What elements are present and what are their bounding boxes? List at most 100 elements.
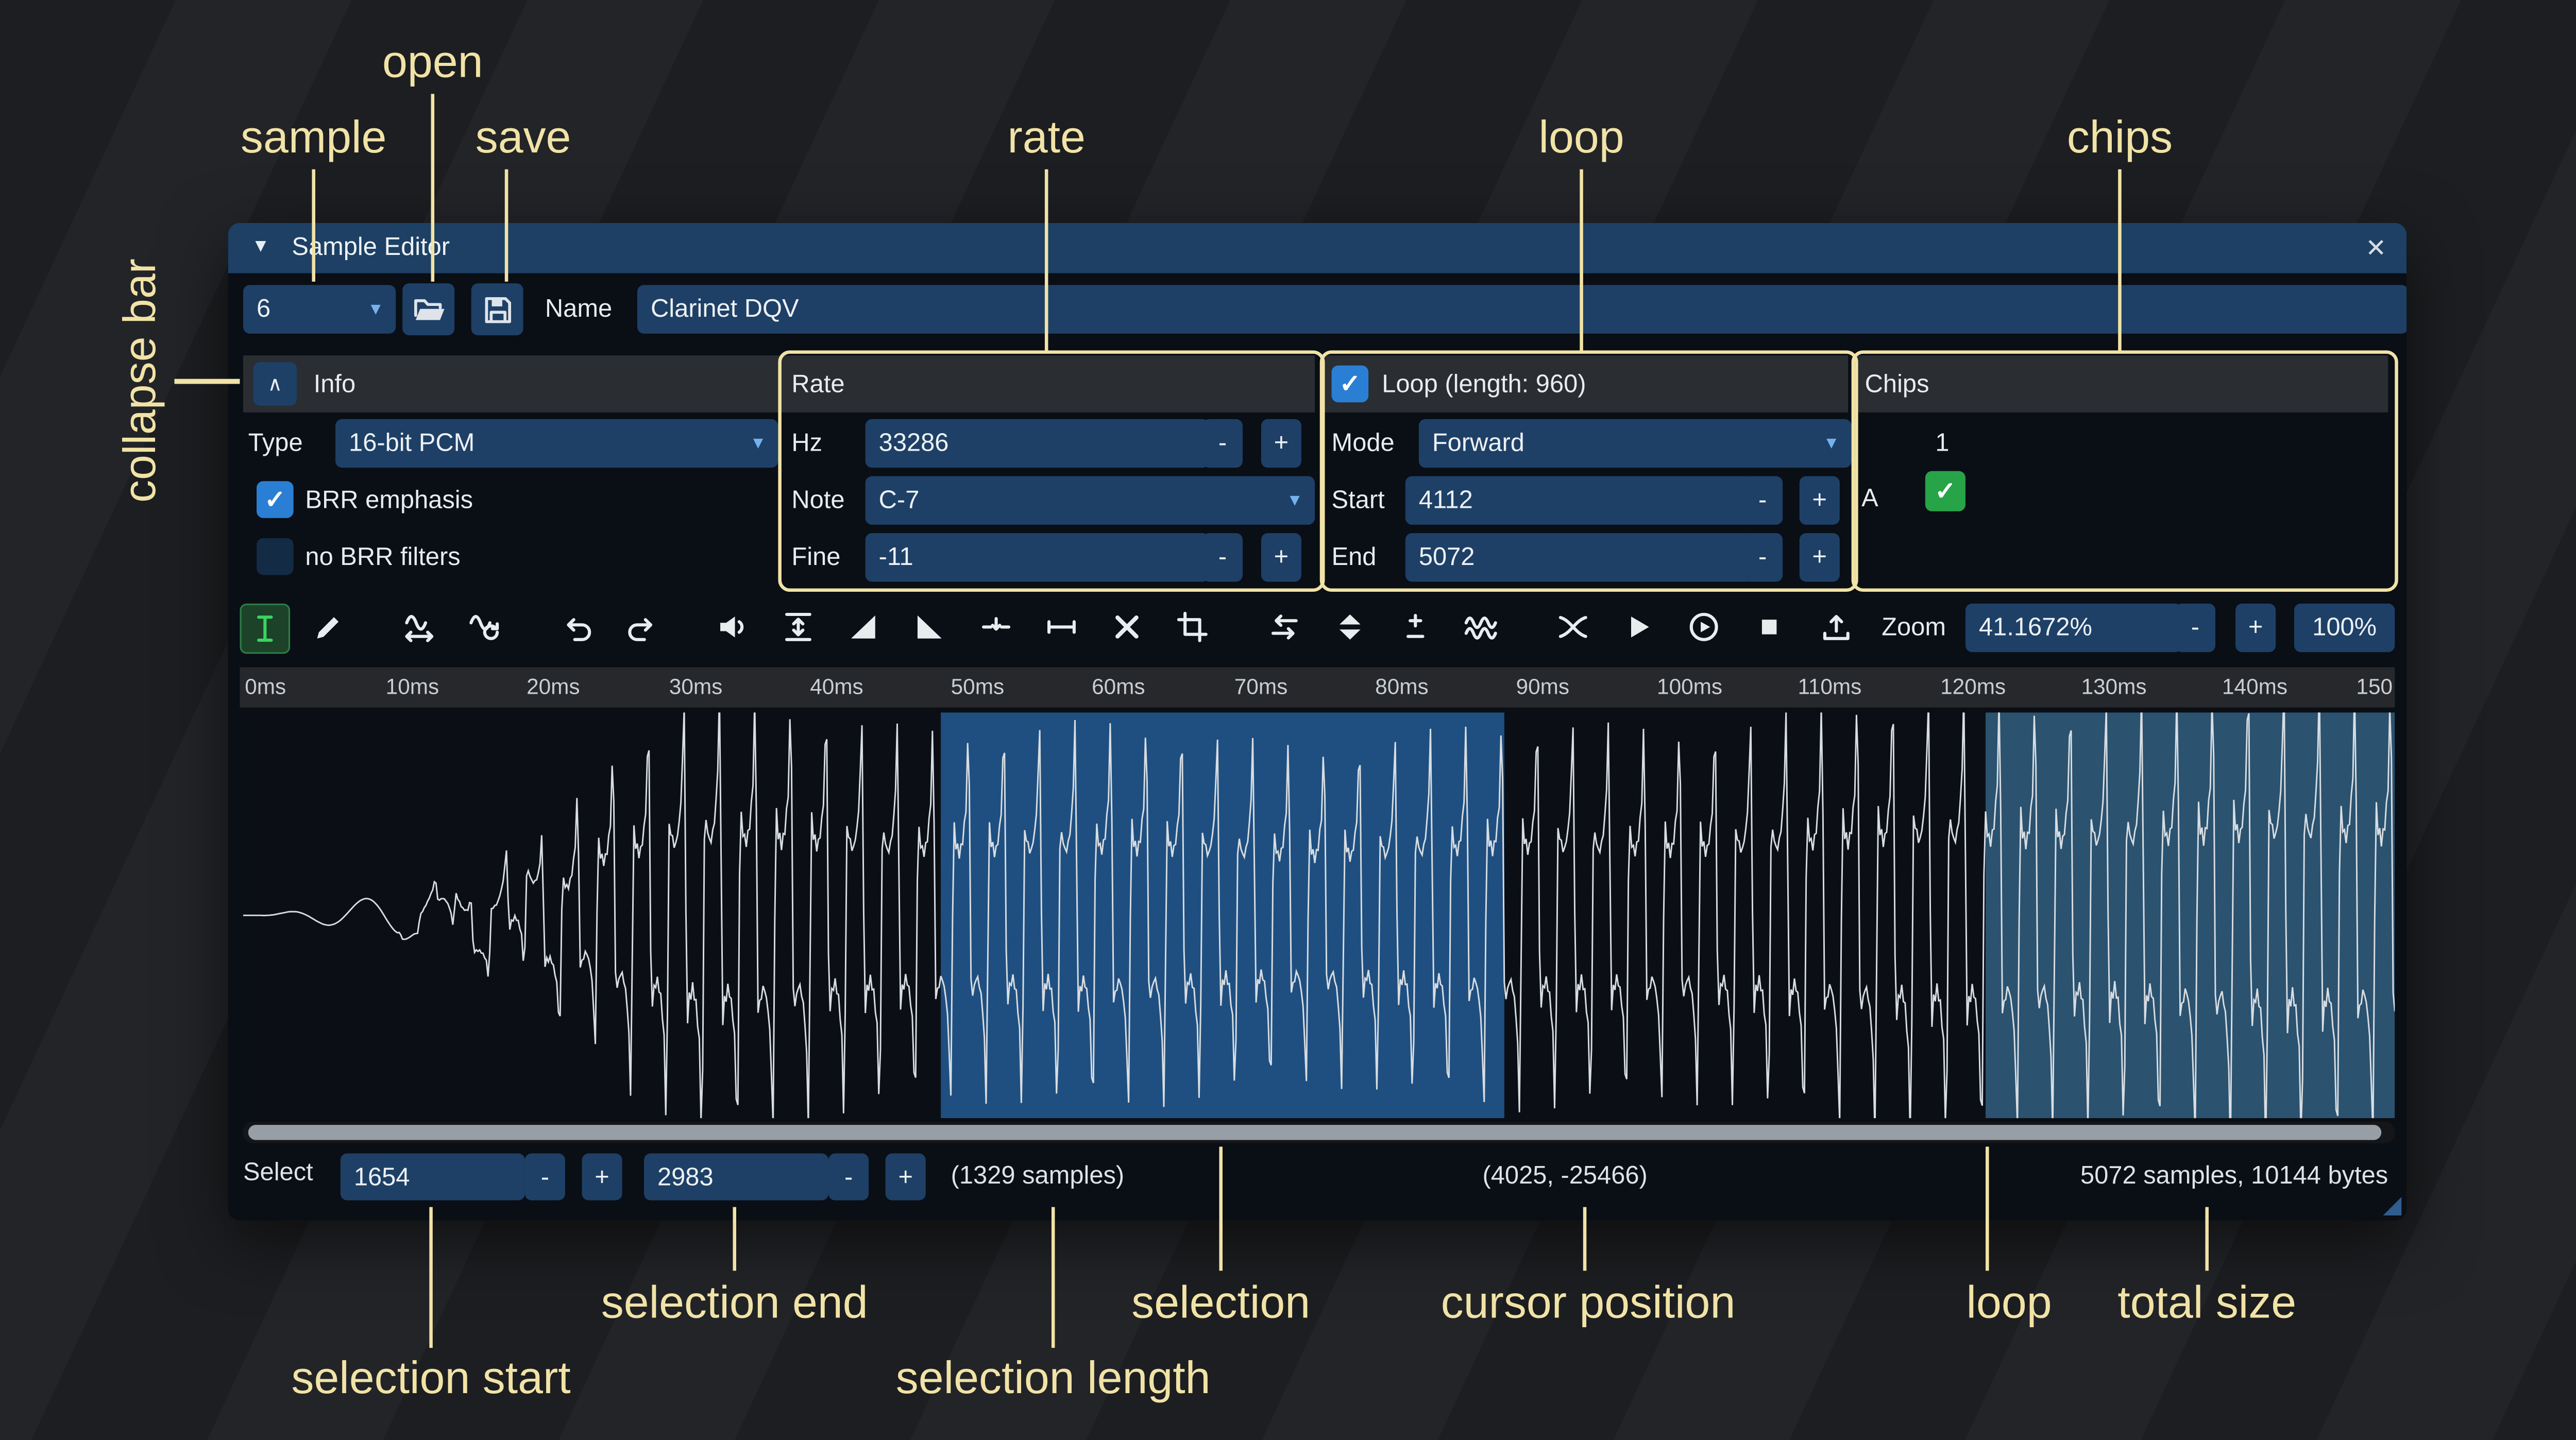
selection-end-minus-button[interactable]: -: [828, 1154, 869, 1201]
insert-silence-button[interactable]: [973, 604, 1020, 650]
ruler-tick: 120ms: [1940, 674, 2006, 699]
upload-icon: [1820, 610, 1853, 644]
invert-button[interactable]: [1327, 604, 1374, 650]
undo-button[interactable]: [553, 604, 600, 650]
apply-silence-button[interactable]: [1038, 604, 1085, 650]
crossfade-button[interactable]: [1550, 604, 1597, 650]
edit-select-button[interactable]: [240, 604, 290, 654]
window-collapse-icon[interactable]: ▼: [251, 236, 269, 256]
make-wavetable-button[interactable]: [1813, 604, 1860, 650]
save-button[interactable]: [471, 283, 523, 335]
collapse-bar-button[interactable]: ∧: [253, 362, 297, 406]
brr-emphasis-label: BRR emphasis: [305, 476, 473, 524]
annotation-selection-length-line: [1051, 1207, 1055, 1348]
trim-button[interactable]: [1169, 604, 1216, 650]
play-button[interactable]: [1681, 604, 1727, 650]
name-input[interactable]: Clarinet DQV: [637, 285, 2406, 333]
ruler-tick: 150: [2356, 674, 2393, 699]
annotation-cursor-position-label: cursor position: [1441, 1277, 1736, 1329]
brr-emphasis-checkbox[interactable]: ✓: [257, 481, 294, 518]
preview-button[interactable]: [1615, 604, 1662, 650]
chevron-down-icon: ▼: [367, 300, 384, 319]
speaker-icon: [716, 610, 750, 644]
draw-button[interactable]: [305, 604, 352, 650]
reverse-button[interactable]: [1261, 604, 1308, 650]
waveform-view[interactable]: [243, 712, 2395, 1118]
resample-button[interactable]: [461, 604, 508, 650]
chevron-up-icon: ∧: [267, 372, 282, 396]
undo-icon: [560, 610, 594, 644]
resample-wave-icon: [468, 610, 501, 644]
open-button[interactable]: [402, 283, 454, 335]
annotation-selection-start-label: selection start: [291, 1353, 570, 1405]
zoom-plus-button[interactable]: +: [2235, 604, 2276, 652]
scrollbar-thumb[interactable]: [248, 1125, 2381, 1140]
selection-end-plus-button[interactable]: +: [886, 1154, 926, 1201]
delete-button[interactable]: [1104, 604, 1150, 650]
info-header-label: Info: [314, 370, 355, 398]
type-select[interactable]: 16-bit PCM ▼: [335, 419, 778, 468]
selection-length-text: (1329 samples): [951, 1154, 1125, 1201]
zoom-reset-button[interactable]: 100%: [2294, 604, 2395, 652]
annotation-total-size-label: total size: [2117, 1277, 2296, 1329]
close-icon[interactable]: ✕: [2365, 233, 2386, 263]
stop-square-icon: [1753, 610, 1786, 644]
selection-start-input[interactable]: 1654: [341, 1154, 525, 1201]
normalize-button[interactable]: [775, 604, 822, 650]
total-size-text: 5072 samples, 10144 bytes: [2021, 1154, 2388, 1201]
annotation-chips-box: [1852, 350, 2398, 592]
annotation-selection-start-line: [429, 1207, 433, 1348]
amplify-button[interactable]: [709, 604, 756, 650]
selection-start-plus-button[interactable]: +: [582, 1154, 622, 1201]
stop-button[interactable]: [1746, 604, 1793, 650]
ruler-tick: 50ms: [951, 674, 1005, 699]
selection-end-input[interactable]: 2983: [644, 1154, 828, 1201]
ruler-tick: 30ms: [669, 674, 723, 699]
floppy-disk-icon: [481, 293, 514, 326]
zoom-input[interactable]: 41.1672%: [1965, 604, 2182, 652]
annotation-selection-end-line: [733, 1207, 737, 1271]
annotation-selection-label: selection: [1131, 1277, 1310, 1329]
ruler-tick: 40ms: [810, 674, 863, 699]
ruler-tick: 70ms: [1234, 674, 1288, 699]
titlebar[interactable]: ▼ Sample Editor ✕: [228, 223, 2406, 273]
sample-select[interactable]: 6 ▼: [243, 285, 396, 333]
selection-start-minus-button[interactable]: -: [525, 1154, 565, 1201]
open-folder-icon: [412, 293, 445, 326]
loop-region[interactable]: [1986, 712, 2395, 1118]
info-panel-header: ∧ Info: [243, 355, 780, 413]
crop-icon: [1176, 610, 1209, 644]
zoom-label: Zoom: [1882, 604, 1946, 652]
play-triangle-icon: [1622, 610, 1655, 644]
redo-icon: [625, 610, 659, 644]
normalize-icon: [782, 610, 815, 644]
selection-region[interactable]: [941, 712, 1504, 1118]
waveform-scrollbar[interactable]: [243, 1122, 2395, 1143]
resize-grip[interactable]: [2383, 1197, 2401, 1215]
no-brr-filters-label: no BRR filters: [305, 533, 460, 581]
annotation-rate-box: [778, 350, 1325, 592]
cursor-position-text: (4025, -25466): [1483, 1154, 1648, 1201]
annotation-loop-top-label: loop: [1538, 112, 1624, 164]
annotation-selection-length-label: selection length: [896, 1353, 1211, 1405]
insert-silence-icon: [979, 610, 1013, 644]
filter-wave-icon: [1464, 610, 1498, 644]
redo-button[interactable]: [619, 604, 666, 650]
select-label: Select: [243, 1150, 313, 1197]
fade-in-button[interactable]: [840, 604, 887, 650]
pencil-icon: [312, 610, 345, 644]
annotation-open-label: open: [382, 37, 483, 89]
annotation-rate-label: rate: [1007, 112, 1085, 164]
sign-button[interactable]: [1392, 604, 1439, 650]
annotation-loop-bottom-label: loop: [1967, 1277, 2052, 1329]
zoom-minus-button[interactable]: -: [2175, 604, 2215, 652]
filter-button[interactable]: [1458, 604, 1504, 650]
no-brr-filters-checkbox[interactable]: [257, 538, 294, 575]
ruler-tick: 20ms: [527, 674, 580, 699]
timeline-ruler[interactable]: 0ms 10ms 20ms 30ms 40ms 50ms 60ms 70ms 8…: [240, 667, 2395, 708]
x-delete-icon: [1110, 610, 1144, 644]
resize-button[interactable]: [396, 604, 443, 650]
plus-minus-icon: [1399, 610, 1432, 644]
fade-out-button[interactable]: [906, 604, 953, 650]
ruler-tick: 110ms: [1798, 674, 1861, 699]
